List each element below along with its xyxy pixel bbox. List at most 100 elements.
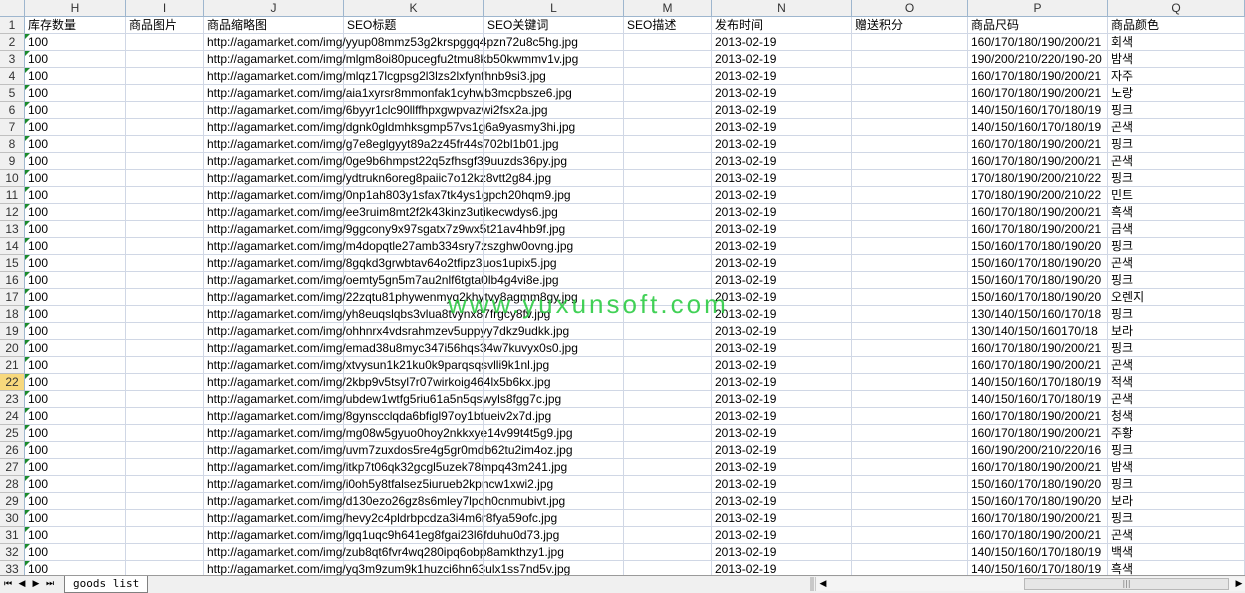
size-cell[interactable]: 130/140/150/160170/18	[968, 323, 1108, 340]
thumbnail-url-cell[interactable]: http://agamarket.com/img/ydtrukn6oreg8pa…	[204, 170, 551, 187]
stock-cell[interactable]: 100	[25, 136, 126, 153]
seo-description-cell[interactable]	[624, 255, 712, 272]
stock-cell[interactable]: 100	[25, 357, 126, 374]
bonus-points-cell[interactable]	[852, 459, 968, 476]
color-cell[interactable]: 곤색	[1108, 527, 1245, 544]
seo-keywords-cell[interactable]	[484, 340, 624, 357]
thumbnail-url-cell[interactable]: http://agamarket.com/img/yq3m9zum9k1huzc…	[204, 561, 570, 575]
size-cell[interactable]: 160/170/180/190/200/21	[968, 510, 1108, 527]
column-header-k[interactable]: K	[344, 0, 484, 17]
seo-title-cell[interactable]	[344, 255, 484, 272]
seo-keywords-cell[interactable]	[484, 34, 624, 51]
color-cell[interactable]: 핑크	[1108, 170, 1245, 187]
thumbnail-url-cell[interactable]: http://agamarket.com/img/2kbp9v5tsyl7r07…	[204, 374, 551, 391]
thumbnail-url-cell[interactable]: http://agamarket.com/img/6byyr1clc90llff…	[204, 102, 548, 119]
thumbnail-url-cell[interactable]: http://agamarket.com/img/hevy2c4pldrbpcd…	[204, 510, 557, 527]
publish-date-cell[interactable]: 2013-02-19	[712, 187, 852, 204]
publish-date-cell[interactable]: 2013-02-19	[712, 34, 852, 51]
stock-cell[interactable]: 100	[25, 476, 126, 493]
publish-date-cell[interactable]: 2013-02-19	[712, 493, 852, 510]
row-number[interactable]: 23	[0, 391, 25, 408]
row-number[interactable]: 28	[0, 476, 25, 493]
image-cell[interactable]	[126, 561, 204, 575]
color-cell[interactable]: 흑색	[1108, 561, 1245, 575]
header-cell-seo-keywords[interactable]: SEO关键词	[484, 17, 624, 34]
seo-title-cell[interactable]	[344, 561, 484, 575]
thumbnail-url-cell[interactable]: http://agamarket.com/img/0np1ah803y1sfax…	[204, 187, 571, 204]
seo-description-cell[interactable]	[624, 153, 712, 170]
size-cell[interactable]: 160/170/180/190/200/21	[968, 34, 1108, 51]
seo-keywords-cell[interactable]	[484, 306, 624, 323]
bonus-points-cell[interactable]	[852, 442, 968, 459]
row-number[interactable]: 16	[0, 272, 25, 289]
row-number[interactable]: 21	[0, 357, 25, 374]
publish-date-cell[interactable]: 2013-02-19	[712, 408, 852, 425]
thumbnail-url-cell[interactable]: http://agamarket.com/img/xtvysun1k21ku0k…	[204, 357, 549, 374]
column-header-q[interactable]: Q	[1108, 0, 1245, 17]
column-header-p[interactable]: P	[968, 0, 1108, 17]
stock-cell[interactable]: 100	[25, 408, 126, 425]
seo-description-cell[interactable]	[624, 119, 712, 136]
tab-split-handle[interactable]	[810, 577, 814, 591]
publish-date-cell[interactable]: 2013-02-19	[712, 391, 852, 408]
seo-keywords-cell[interactable]	[484, 170, 624, 187]
color-cell[interactable]: 노랑	[1108, 85, 1245, 102]
publish-date-cell[interactable]: 2013-02-19	[712, 561, 852, 575]
seo-keywords-cell[interactable]	[484, 323, 624, 340]
seo-title-cell[interactable]	[344, 221, 484, 238]
size-cell[interactable]: 140/150/160/170/180/19	[968, 391, 1108, 408]
size-cell[interactable]: 160/170/180/190/200/21	[968, 221, 1108, 238]
color-cell[interactable]: 곤색	[1108, 391, 1245, 408]
color-cell[interactable]: 주황	[1108, 425, 1245, 442]
color-cell[interactable]: 곤색	[1108, 357, 1245, 374]
thumbnail-url-cell[interactable]: http://agamarket.com/img/mlqz17lcgpsg2l3…	[204, 68, 546, 85]
publish-date-cell[interactable]: 2013-02-19	[712, 357, 852, 374]
seo-keywords-cell[interactable]	[484, 102, 624, 119]
color-cell[interactable]: 흑색	[1108, 204, 1245, 221]
seo-title-cell[interactable]	[344, 51, 484, 68]
thumbnail-url-cell[interactable]: http://agamarket.com/img/itkp7t06qk32gcg…	[204, 459, 567, 476]
image-cell[interactable]	[126, 136, 204, 153]
seo-title-cell[interactable]	[344, 442, 484, 459]
stock-cell[interactable]: 100	[25, 204, 126, 221]
seo-keywords-cell[interactable]	[484, 272, 624, 289]
color-cell[interactable]: 핑크	[1108, 306, 1245, 323]
thumbnail-url-cell[interactable]: http://agamarket.com/img/yh8euqslqbs3vlu…	[204, 306, 550, 323]
column-header-m[interactable]: M	[624, 0, 712, 17]
publish-date-cell[interactable]: 2013-02-19	[712, 476, 852, 493]
seo-description-cell[interactable]	[624, 408, 712, 425]
bonus-points-cell[interactable]	[852, 221, 968, 238]
seo-keywords-cell[interactable]	[484, 391, 624, 408]
seo-keywords-cell[interactable]	[484, 544, 624, 561]
color-cell[interactable]: 회색	[1108, 34, 1245, 51]
sheet-tab-goods-list[interactable]: goods list	[64, 576, 149, 593]
size-cell[interactable]: 190/200/210/220/190-20	[968, 51, 1108, 68]
size-cell[interactable]: 160/170/180/190/200/21	[968, 357, 1108, 374]
size-cell[interactable]: 160/170/180/190/200/21	[968, 408, 1108, 425]
seo-keywords-cell[interactable]	[484, 221, 624, 238]
stock-cell[interactable]: 100	[25, 323, 126, 340]
color-cell[interactable]: 핑크	[1108, 272, 1245, 289]
image-cell[interactable]	[126, 255, 204, 272]
color-cell[interactable]: 핑크	[1108, 340, 1245, 357]
thumbnail-url-cell[interactable]: http://agamarket.com/img/d130ezo26gz8s6m…	[204, 493, 565, 510]
seo-description-cell[interactable]	[624, 442, 712, 459]
stock-cell[interactable]: 100	[25, 85, 126, 102]
size-cell[interactable]: 160/170/180/190/200/21	[968, 425, 1108, 442]
stock-cell[interactable]: 100	[25, 459, 126, 476]
publish-date-cell[interactable]: 2013-02-19	[712, 238, 852, 255]
row-number[interactable]: 33	[0, 561, 25, 575]
publish-date-cell[interactable]: 2013-02-19	[712, 136, 852, 153]
size-cell[interactable]: 150/160/170/180/190/20	[968, 493, 1108, 510]
column-header-l[interactable]: L	[484, 0, 624, 17]
seo-title-cell[interactable]	[344, 357, 484, 374]
row-number[interactable]: 20	[0, 340, 25, 357]
size-cell[interactable]: 160/170/180/190/200/21	[968, 85, 1108, 102]
seo-title-cell[interactable]	[344, 408, 484, 425]
seo-description-cell[interactable]	[624, 544, 712, 561]
seo-keywords-cell[interactable]	[484, 408, 624, 425]
seo-description-cell[interactable]	[624, 527, 712, 544]
stock-cell[interactable]: 100	[25, 442, 126, 459]
image-cell[interactable]	[126, 170, 204, 187]
bonus-points-cell[interactable]	[852, 323, 968, 340]
